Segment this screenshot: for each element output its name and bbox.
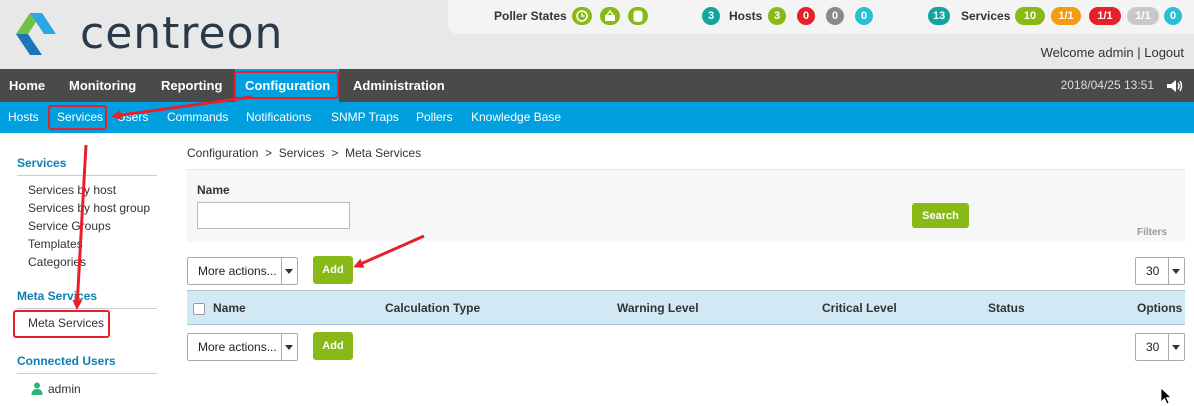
mouse-cursor-icon xyxy=(1160,387,1173,405)
services-ok-badge[interactable]: 10 xyxy=(1015,7,1045,25)
sidebar-item-service-groups[interactable]: Service Groups xyxy=(28,219,111,233)
chevron-down-icon xyxy=(285,269,293,274)
search-button[interactable]: Search xyxy=(912,203,969,228)
services-critical-badge[interactable]: 1/1 xyxy=(1089,7,1121,25)
centreon-logo-icon xyxy=(16,13,56,55)
col-status[interactable]: Status xyxy=(988,301,1025,315)
subnav-snmp-traps[interactable]: SNMP Traps xyxy=(331,102,399,133)
more-actions-select-top[interactable]: More actions... xyxy=(187,257,298,285)
logout-link[interactable]: Logout xyxy=(1144,45,1184,60)
chevron-down-icon xyxy=(1172,269,1180,274)
sidebar-divider xyxy=(17,373,157,374)
hosts-pending-badge[interactable]: 0 xyxy=(855,7,873,25)
hosts-down-badge[interactable]: 0 xyxy=(797,7,815,25)
services-unknown-badge[interactable]: 1/1 xyxy=(1127,7,1159,25)
hosts-label: Hosts xyxy=(729,9,763,23)
page-size-select-top[interactable]: 30 xyxy=(1135,257,1185,285)
brand-name: centreon xyxy=(80,8,284,59)
sidebar-item-services-by-host[interactable]: Services by host xyxy=(28,183,116,197)
hosts-up-badge[interactable]: 3 xyxy=(768,7,786,25)
welcome-text: Welcome admin xyxy=(1040,45,1134,60)
sidebar-item-services-by-host-group[interactable]: Services by host group xyxy=(28,201,150,215)
filter-panel: Name Search xyxy=(187,169,1185,242)
page-size-value: 30 xyxy=(1146,264,1160,278)
highlight-services-tab xyxy=(48,105,107,130)
hosts-unreachable-badge[interactable]: 0 xyxy=(826,7,844,25)
nav-monitoring[interactable]: Monitoring xyxy=(69,69,136,102)
hosts-total-badge[interactable]: 3 xyxy=(702,7,720,25)
nav-home[interactable]: Home xyxy=(9,69,45,102)
nav-reporting[interactable]: Reporting xyxy=(161,69,222,102)
table-header: Name Calculation Type Warning Level Crit… xyxy=(187,290,1185,325)
sub-nav: Hosts Services Users Commands Notificati… xyxy=(0,102,1194,133)
subnav-hosts[interactable]: Hosts xyxy=(8,102,39,133)
sidebar-divider xyxy=(17,308,157,309)
add-button-bottom[interactable]: Add xyxy=(313,332,353,360)
breadcrumb: Configuration > Services > Meta Services xyxy=(187,146,422,160)
welcome-separator: | xyxy=(1137,45,1141,60)
name-filter-label: Name xyxy=(197,183,230,197)
col-critical-level[interactable]: Critical Level xyxy=(822,301,897,315)
col-name[interactable]: Name xyxy=(213,301,246,315)
services-total-badge[interactable]: 13 xyxy=(928,7,951,25)
user-icon xyxy=(31,382,43,395)
poller-database-icon[interactable] xyxy=(628,7,648,25)
subnav-commands[interactable]: Commands xyxy=(167,102,228,133)
current-datetime: 2018/04/25 13:51 xyxy=(1060,78,1154,92)
poller-latency-icon[interactable] xyxy=(572,7,592,25)
filters-label: Filters xyxy=(1137,227,1168,238)
sidebar-divider xyxy=(17,175,157,176)
sidebar-meta-title: Meta Services xyxy=(17,289,98,303)
subnav-users[interactable]: Users xyxy=(117,102,148,133)
select-all-checkbox[interactable] xyxy=(193,303,205,315)
nav-administration[interactable]: Administration xyxy=(353,69,445,102)
chevron-down-icon xyxy=(285,345,293,350)
more-actions-value: More actions... xyxy=(198,340,277,354)
chevron-down-icon xyxy=(1172,345,1180,350)
name-filter-input[interactable] xyxy=(197,202,350,229)
add-button-top[interactable]: Add xyxy=(313,256,353,284)
subnav-knowledge-base[interactable]: Knowledge Base xyxy=(471,102,561,133)
col-warning-level[interactable]: Warning Level xyxy=(617,301,699,315)
col-options[interactable]: Options xyxy=(1137,301,1182,315)
services-label: Services xyxy=(961,9,1011,23)
subnav-pollers[interactable]: Pollers xyxy=(416,102,453,133)
sidebar-item-categories[interactable]: Categories xyxy=(28,255,86,269)
header: centreon Poller States 3 Hosts 3 0 0 0 1… xyxy=(0,0,1194,69)
subnav-notifications[interactable]: Notifications xyxy=(246,102,311,133)
services-warning-badge[interactable]: 1/1 xyxy=(1051,7,1081,25)
connected-user-admin[interactable]: admin xyxy=(48,382,81,396)
speaker-icon[interactable] xyxy=(1166,79,1184,93)
page-size-select-bottom[interactable]: 30 xyxy=(1135,333,1185,361)
sidebar-item-templates[interactable]: Templates xyxy=(28,237,83,251)
user-welcome: Welcome admin | Logout xyxy=(1041,45,1184,60)
sidebar: Services Services by host Services by ho… xyxy=(0,133,160,406)
poller-status-icon[interactable] xyxy=(600,7,620,25)
status-panel: Poller States 3 Hosts 3 0 0 0 13 Service… xyxy=(448,0,1194,34)
col-calculation-type[interactable]: Calculation Type xyxy=(385,301,480,315)
sidebar-connected-title: Connected Users xyxy=(17,354,116,368)
more-actions-value: More actions... xyxy=(198,264,277,278)
poller-states-label: Poller States xyxy=(494,9,567,23)
services-pending-badge[interactable]: 0 xyxy=(1164,7,1182,25)
main-nav: Home Monitoring Reporting Configuration … xyxy=(0,69,1194,102)
more-actions-select-bottom[interactable]: More actions... xyxy=(187,333,298,361)
sidebar-services-title: Services xyxy=(17,156,67,170)
highlight-meta-services xyxy=(13,310,110,338)
highlight-configuration xyxy=(234,71,339,99)
page-size-value: 30 xyxy=(1146,340,1160,354)
